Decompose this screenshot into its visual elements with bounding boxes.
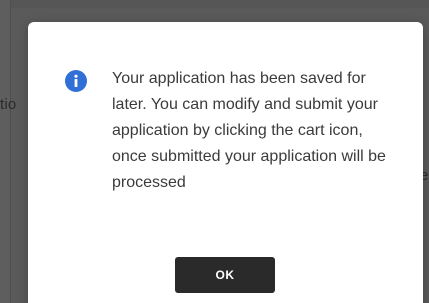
- background-sidebar: [0, 0, 11, 303]
- info-icon: [65, 70, 87, 92]
- background-text-left: tio: [0, 96, 17, 113]
- background-header: [0, 0, 429, 8]
- info-dialog: Your application has been saved for late…: [28, 22, 423, 303]
- dialog-message: Your application has been saved for late…: [112, 70, 386, 191]
- ok-button[interactable]: OK: [175, 257, 275, 293]
- screen: tio e Your application has been saved fo…: [0, 0, 429, 303]
